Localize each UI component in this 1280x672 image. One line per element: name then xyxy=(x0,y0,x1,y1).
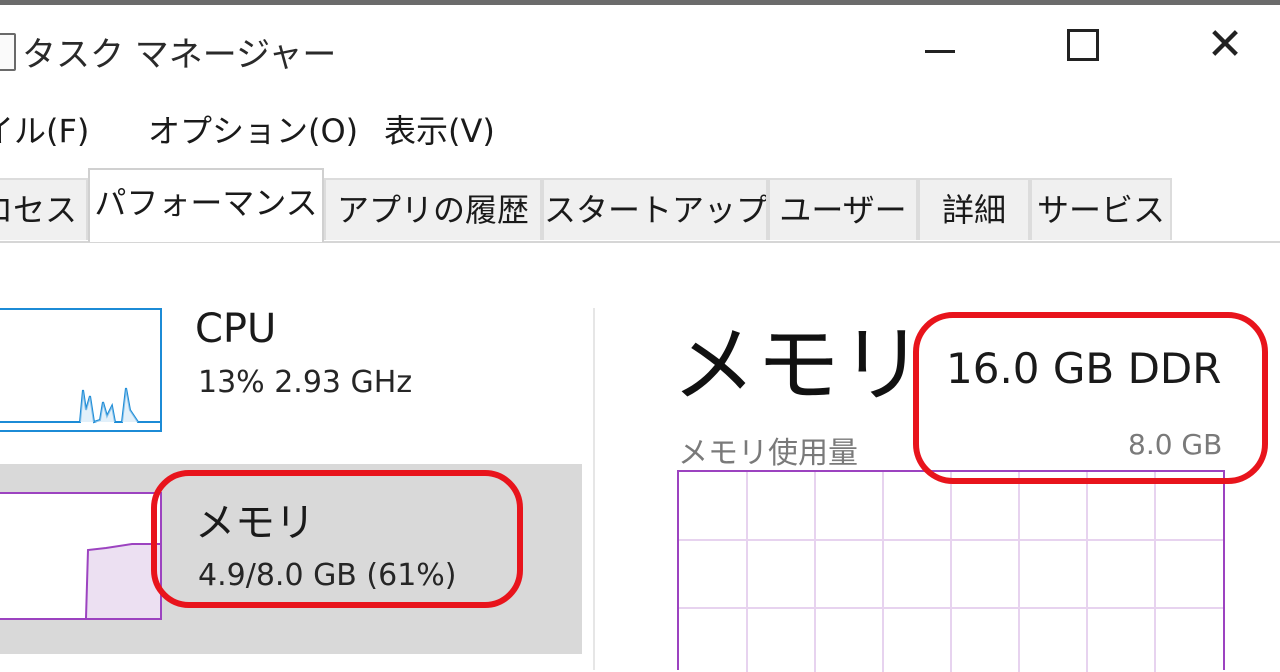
close-button[interactable]: ✕ xyxy=(1190,15,1260,75)
title-bar[interactable]: タスク マネージャー ✕ xyxy=(0,5,1280,95)
tab-startup[interactable]: スタートアップ xyxy=(542,178,768,240)
maximize-button[interactable] xyxy=(1048,15,1118,75)
memory-capacity-spec: 16.0 GB DDR xyxy=(946,344,1222,393)
memory-thumbnail-graph xyxy=(0,492,162,620)
minimize-button[interactable] xyxy=(905,15,975,75)
task-manager-app-icon xyxy=(0,33,16,71)
tab-users[interactable]: ユーザー xyxy=(768,178,918,240)
sidebar-memory-subtitle: 4.9/8.0 GB (61%) xyxy=(198,558,457,593)
menu-view[interactable]: 表示(V) xyxy=(384,106,495,152)
menu-file[interactable]: イル(F) xyxy=(0,106,89,152)
tab-services[interactable]: サービス xyxy=(1030,178,1172,240)
sidebar-memory-title: メモリ xyxy=(195,500,315,546)
detail-title: メモリ xyxy=(672,316,925,414)
sidebar-cpu-title: CPU xyxy=(195,306,277,352)
cpu-thumbnail-graph xyxy=(0,308,162,432)
panel-divider xyxy=(593,308,595,670)
menu-options[interactable]: オプション(O) xyxy=(148,106,358,152)
tab-performance[interactable]: パフォーマンス xyxy=(88,168,324,242)
memory-usage-label: メモリ使用量 xyxy=(678,436,858,471)
memory-usage-fill xyxy=(86,544,160,618)
tab-details[interactable]: 詳細 xyxy=(918,178,1030,240)
cpu-usage-line xyxy=(0,387,160,424)
memory-usage-graph xyxy=(677,470,1225,672)
menu-bar: イル(F) オプション(O) 表示(V) xyxy=(0,100,1280,156)
window-title: タスク マネージャー xyxy=(22,35,337,75)
memory-usage-max-label: 8.0 GB xyxy=(1128,428,1223,461)
tab-app-history[interactable]: アプリの履歴 xyxy=(324,178,542,240)
memory-usage-grid xyxy=(679,472,1223,672)
sidebar-cpu-subtitle: 13% 2.93 GHz xyxy=(198,365,413,400)
tab-strip: ロセス パフォーマンス アプリの履歴 スタートアップ ユーザー 詳細 サービス xyxy=(0,168,1280,242)
tab-processes[interactable]: ロセス xyxy=(0,178,88,240)
close-icon: ✕ xyxy=(1206,19,1244,70)
